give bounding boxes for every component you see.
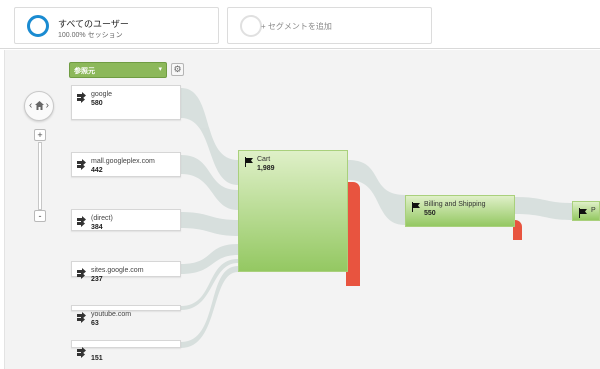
source-node-other[interactable]: 151 — [71, 340, 181, 362]
entrance-arrow-icon — [77, 159, 86, 170]
home-icon[interactable] — [34, 100, 45, 111]
source-value: 63 — [91, 320, 99, 327]
source-node-youtube[interactable]: youtube.com 63 — [71, 305, 181, 327]
zoom-in-button[interactable]: + — [34, 129, 46, 141]
source-node-sites-google[interactable]: sites.google.com 237 — [71, 261, 181, 283]
flag-icon — [579, 208, 587, 218]
dimension-dropdown[interactable]: 参照元 ▾ — [69, 62, 167, 78]
source-name: sites.google.com — [91, 267, 144, 274]
source-node-google[interactable]: google 580 — [71, 85, 181, 120]
source-value: 442 — [91, 167, 103, 174]
step-node-next[interactable]: P — [572, 201, 600, 221]
source-name: (direct) — [91, 215, 113, 222]
pan-right-icon[interactable]: › — [46, 100, 49, 111]
step-node-cart[interactable]: Cart 1,989 — [238, 150, 348, 272]
entrance-arrow-icon — [77, 312, 86, 323]
source-value: 580 — [91, 100, 103, 107]
dimension-dropdown-label: 参照元 — [74, 68, 95, 75]
zoom-slider[interactable] — [38, 142, 42, 210]
source-node-mall-googleplex[interactable]: mall.googleplex.com 442 — [71, 152, 181, 177]
pan-navigation-control[interactable]: ‹ › — [24, 91, 54, 121]
step-name: Cart — [257, 156, 271, 163]
source-value: 151 — [91, 355, 103, 362]
pan-left-icon[interactable]: ‹ — [29, 100, 32, 111]
entrance-arrow-icon — [77, 216, 86, 227]
entrance-arrow-icon — [77, 92, 86, 103]
step-value: 550 — [424, 210, 436, 217]
source-node-direct[interactable]: (direct) 384 — [71, 209, 181, 231]
source-value: 384 — [91, 224, 103, 231]
step-name: Billing and Shipping — [424, 201, 486, 208]
step-node-billing-shipping[interactable]: Billing and Shipping 550 — [405, 195, 515, 227]
gear-icon[interactable]: ⚙ — [171, 63, 184, 76]
source-name: google — [91, 91, 113, 98]
step-name: P — [591, 207, 596, 214]
chevron-down-icon: ▾ — [158, 66, 162, 73]
source-name: mall.googleplex.com — [91, 158, 155, 165]
entrance-arrow-icon — [77, 268, 86, 279]
flag-icon — [412, 202, 420, 212]
zoom-out-button[interactable]: - — [34, 210, 46, 222]
flow-direct — [181, 212, 238, 236]
cart-dropoff[interactable] — [346, 182, 360, 286]
entrance-arrow-icon — [77, 347, 86, 358]
source-value: 237 — [91, 276, 103, 283]
step-value: 1,989 — [257, 165, 275, 172]
flag-icon — [245, 157, 253, 167]
source-name: youtube.com — [91, 311, 132, 318]
flow-billing-to-next — [515, 197, 572, 220]
